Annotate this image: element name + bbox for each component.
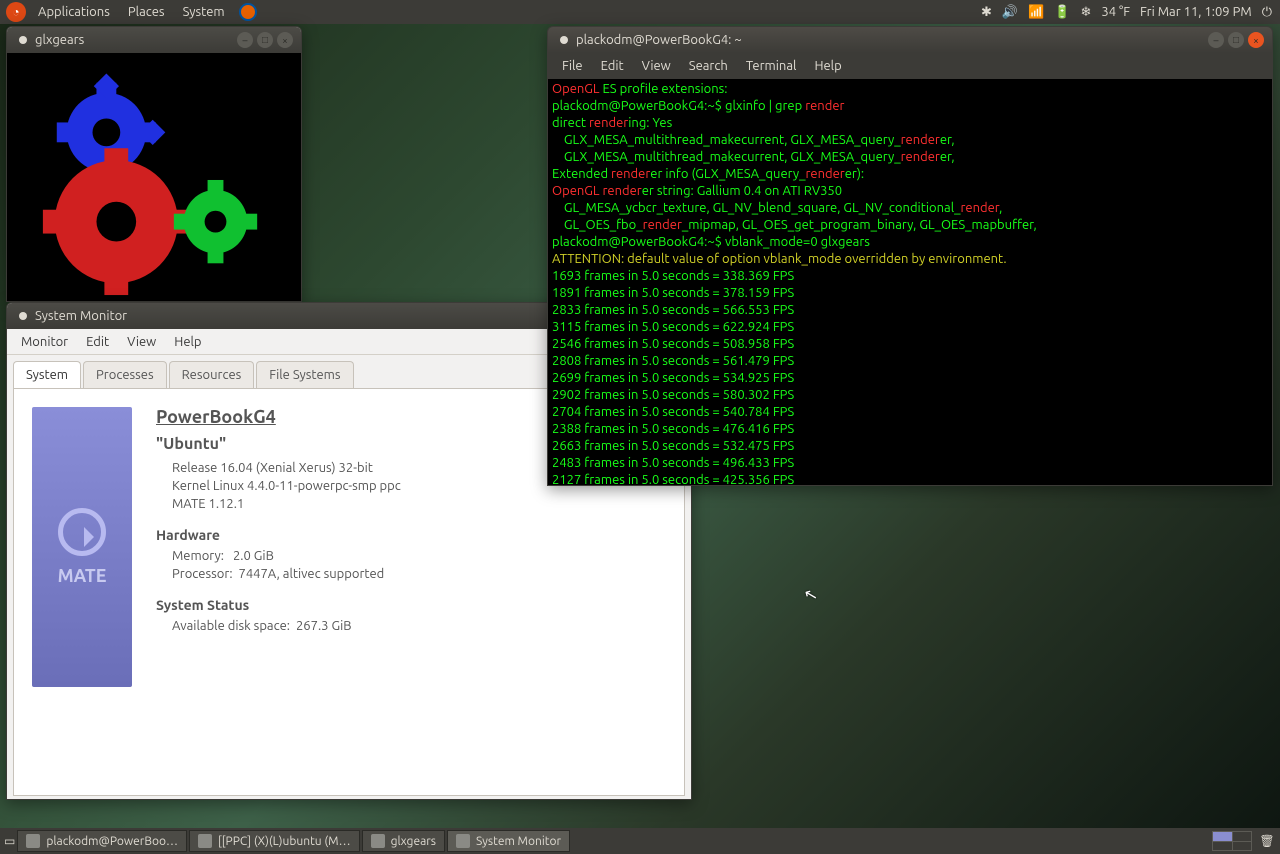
close-button[interactable]: × [277,32,293,48]
menu-monitor[interactable]: Monitor [13,333,76,351]
workspace-switcher[interactable] [1212,831,1252,851]
battery-icon[interactable]: 🔋 [1054,5,1070,20]
tab-system[interactable]: System [13,361,81,388]
show-desktop-icon[interactable]: ▭ [4,834,15,848]
close-button[interactable]: × [1248,32,1264,48]
status-heading: System Status [156,597,401,613]
window-icon [19,312,27,320]
top-panel: ◔ Applications Places System ✱ 🔊 📶 🔋 ❄ 3… [0,0,1280,24]
disk-label: Available disk space: [172,619,290,633]
volume-icon[interactable]: 🔊 [1002,5,1018,20]
hardware-heading: Hardware [156,527,401,543]
mouse-cursor: ↖ [802,584,820,606]
menu-help[interactable]: Help [166,333,209,351]
menu-help[interactable]: Help [806,57,849,75]
task-terminal[interactable]: plackodm@PowerBoo… [17,830,187,852]
task-label: plackodm@PowerBoo… [46,835,178,848]
mate-label: MATE [58,566,107,586]
processor-value: 7447A, altivec supported [238,567,384,581]
menu-search[interactable]: Search [681,57,736,75]
temperature-label[interactable]: 34 °F [1101,5,1130,19]
glxgears-titlebar[interactable]: glxgears – □ × [7,27,301,53]
menu-terminal[interactable]: Terminal [738,57,805,75]
monitor-icon [456,834,470,848]
release-line: Release 16.04 (Xenial Xerus) 32-bit [172,461,401,475]
window-icon [19,36,27,44]
maximize-button[interactable]: □ [257,32,273,48]
mate-badge: MATE [32,407,132,687]
app-icon [371,834,385,848]
task-label: System Monitor [476,835,561,848]
kernel-line: Kernel Linux 4.4.0-11-powerpc-smp ppc [172,479,401,493]
tab-filesystems[interactable]: File Systems [256,361,353,388]
minimize-button[interactable]: – [1208,32,1224,48]
tab-resources[interactable]: Resources [169,361,255,388]
menu-view[interactable]: View [119,333,164,351]
browser-icon [198,834,212,848]
mate-logo-icon [58,508,106,556]
menu-view[interactable]: View [634,57,679,75]
hostname: PowerBookG4 [156,407,401,427]
menu-edit[interactable]: Edit [593,57,632,75]
task-system-monitor[interactable]: System Monitor [447,830,570,852]
window-title: System Monitor [35,309,127,323]
terminal-menubar: File Edit View Search Terminal Help [548,53,1272,79]
clock-label[interactable]: Fri Mar 11, 1:09 PM [1140,5,1252,19]
bottom-panel: ▭ plackodm@PowerBoo… [[PPC] (X)(L)ubuntu… [0,828,1280,854]
task-glxgears[interactable]: glxgears [362,830,445,852]
power-icon[interactable]: ⏻ [1262,5,1272,20]
terminal-body[interactable]: OpenGL ES profile extensions: plackodm@P… [548,79,1272,485]
ubuntu-logo-icon[interactable]: ◔ [6,2,26,22]
terminal-window: plackodm@PowerBookG4: ~ – □ × File Edit … [547,26,1273,486]
menu-file[interactable]: File [554,57,591,75]
network-icon[interactable]: 📶 [1028,5,1044,20]
de-line: MATE 1.12.1 [172,497,401,511]
terminal-icon [26,834,40,848]
tab-processes[interactable]: Processes [83,361,167,388]
disk-value: 267.3 GiB [296,619,352,633]
trash-icon[interactable]: 🗑 [1258,832,1276,850]
minimize-button[interactable]: – [237,32,253,48]
window-icon [560,36,568,44]
menu-places[interactable]: Places [120,5,173,19]
task-label: glxgears [391,835,436,848]
window-title: plackodm@PowerBookG4: ~ [576,33,742,47]
menu-edit[interactable]: Edit [78,333,117,351]
bluetooth-icon[interactable]: ✱ [981,5,992,20]
terminal-titlebar[interactable]: plackodm@PowerBookG4: ~ – □ × [548,27,1272,53]
distro-name: "Ubuntu" [156,435,401,453]
memory-label: Memory: [172,549,224,563]
menu-system[interactable]: System [175,5,233,19]
firefox-icon[interactable] [239,3,257,21]
memory-value: 2.0 GiB [233,549,274,563]
menu-applications[interactable]: Applications [30,5,118,19]
task-browser[interactable]: [[PPC] (X)(L)ubuntu (M… [189,830,360,852]
glxgears-window: glxgears – □ × [6,26,302,302]
weather-icon[interactable]: ❄ [1080,5,1091,20]
glxgears-canvas [7,53,301,301]
maximize-button[interactable]: □ [1228,32,1244,48]
processor-label: Processor: [172,567,233,581]
task-label: [[PPC] (X)(L)ubuntu (M… [218,835,351,848]
window-title: glxgears [35,33,84,47]
